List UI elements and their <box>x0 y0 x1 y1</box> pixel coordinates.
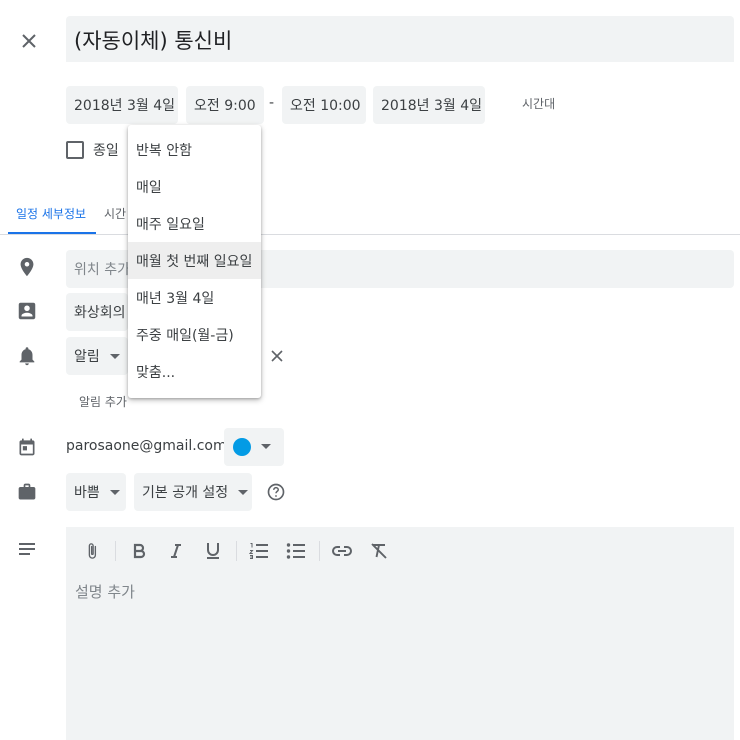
bulleted-list-button[interactable] <box>280 538 312 564</box>
event-title[interactable]: (자동이체) 통신비 <box>74 25 232 55</box>
all-day-checkbox[interactable] <box>66 141 84 159</box>
tab-event-details[interactable]: 일정 세부정보 <box>16 205 86 222</box>
bulleted-list-icon <box>286 543 305 559</box>
toolbar-divider <box>115 541 116 561</box>
chevron-down-icon <box>238 489 249 495</box>
chevron-down-icon <box>109 353 120 359</box>
paperclip-icon <box>88 543 97 559</box>
repeat-option-monthly[interactable]: 매월 첫 번째 일요일 <box>128 242 261 279</box>
repeat-option-custom[interactable]: 맞춤... <box>128 353 261 390</box>
italic-button[interactable] <box>160 538 192 564</box>
numbered-list-icon <box>249 543 268 559</box>
description-editor[interactable]: 설명 추가 <box>66 527 734 740</box>
tabs-divider <box>0 234 740 235</box>
event-color-dot <box>233 438 251 456</box>
remove-formatting-button[interactable] <box>363 538 395 564</box>
time-range-separator: - <box>269 95 275 111</box>
visibility-select[interactable]: 기본 공개 설정 <box>134 473 252 511</box>
tab-find-time[interactable]: 시간 <box>104 205 126 222</box>
clear-formatting-icon <box>371 543 387 559</box>
chevron-down-icon <box>109 489 120 495</box>
location-pin-icon <box>16 256 38 278</box>
remove-notification-button[interactable] <box>266 345 288 367</box>
close-icon <box>271 350 283 362</box>
help-button[interactable] <box>265 481 287 503</box>
help-icon <box>267 483 285 501</box>
toolbar-divider <box>236 541 237 561</box>
add-conferencing-button[interactable]: 화상회의 <box>66 293 128 331</box>
availability-label: 바쁨 <box>74 485 100 501</box>
repeat-option-weekly[interactable]: 매주 일요일 <box>128 205 261 242</box>
calendar-owner-email: parosaone@gmail.com <box>66 438 227 454</box>
repeat-option-weekdays[interactable]: 주중 매일(월-금) <box>128 316 261 353</box>
insert-link-button[interactable] <box>326 538 358 564</box>
underline-icon <box>207 543 219 559</box>
all-day-label: 종일 <box>93 143 119 159</box>
start-time-button[interactable]: 오전 9:00 <box>186 86 264 124</box>
chevron-down-icon <box>261 444 271 449</box>
location-placeholder: 위치 추가 <box>74 262 130 278</box>
briefcase-icon <box>16 481 38 503</box>
description-placeholder: 설명 추가 <box>75 583 135 601</box>
event-color-select[interactable] <box>224 428 284 466</box>
timezone-button[interactable]: 시간대 <box>510 95 567 112</box>
bold-button[interactable] <box>123 538 155 564</box>
close-icon <box>22 34 36 48</box>
repeat-dropdown-menu: 반복 안함 매일 매주 일요일 매월 첫 번째 일요일 매년 3월 4일 주중 … <box>128 125 261 398</box>
end-date-button[interactable]: 2018년 3월 4일 <box>373 86 485 124</box>
calendar-icon <box>16 436 38 458</box>
start-date-button[interactable]: 2018년 3월 4일 <box>66 86 178 124</box>
title-field[interactable]: (자동이체) 통신비 <box>66 16 734 62</box>
repeat-option-none[interactable]: 반복 안함 <box>128 131 261 168</box>
bold-icon <box>133 543 146 559</box>
end-time-button[interactable]: 오전 10:00 <box>282 86 366 124</box>
repeat-option-daily[interactable]: 매일 <box>128 168 261 205</box>
link-icon <box>332 546 352 556</box>
bell-icon <box>16 345 38 367</box>
description-lines-icon <box>16 538 38 560</box>
attach-button[interactable] <box>76 538 108 564</box>
numbered-list-button[interactable] <box>243 538 275 564</box>
availability-select[interactable]: 바쁨 <box>66 473 126 511</box>
video-conference-icon <box>16 300 38 322</box>
close-button[interactable] <box>10 22 48 60</box>
italic-icon <box>171 544 181 558</box>
notification-type-label: 알림 <box>74 349 100 365</box>
conferencing-label: 화상회의 <box>74 305 126 321</box>
toolbar-divider <box>319 541 320 561</box>
notification-type-select[interactable]: 알림 <box>66 337 128 375</box>
add-notification-button[interactable]: 알림 추가 <box>79 393 127 410</box>
visibility-label: 기본 공개 설정 <box>142 485 229 501</box>
repeat-option-yearly[interactable]: 매년 3월 4일 <box>128 279 261 316</box>
underline-button[interactable] <box>197 538 229 564</box>
